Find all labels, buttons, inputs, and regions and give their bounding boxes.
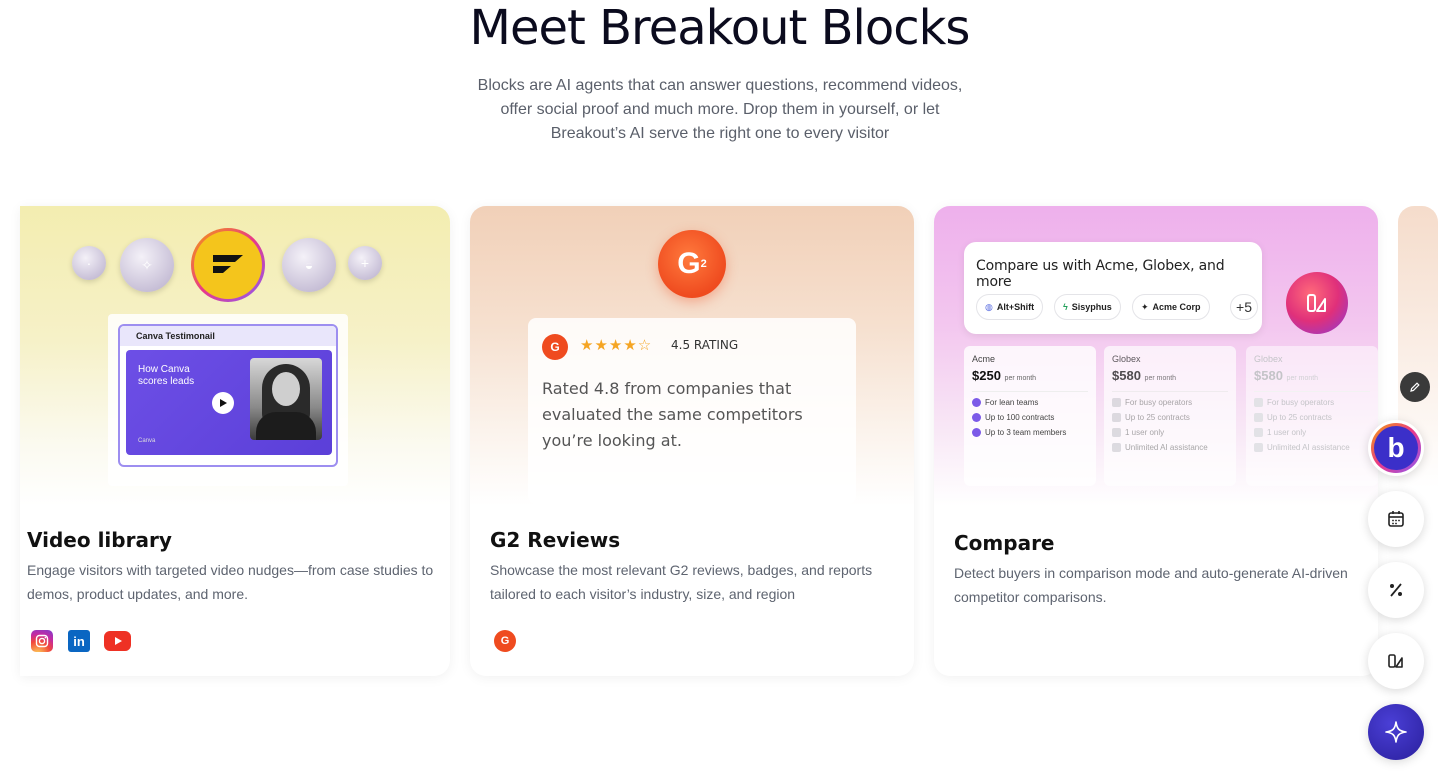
card-preview: Compare us with Acme, Globex, and more ◍…: [934, 206, 1378, 506]
breakout-logo-icon[interactable]: b: [1368, 420, 1424, 476]
card-preview: G2 G ★★★★☆ 4.5 RATING Rated 4.8 from com…: [470, 206, 914, 506]
video-title: Canva Testimonail: [120, 326, 336, 346]
competitor-chip[interactable]: ✦ Acme Corp: [1132, 294, 1210, 320]
globe-orb: ◒: [282, 238, 336, 292]
review-card: G ★★★★☆ 4.5 RATING Rated 4.8 from compan…: [528, 318, 856, 504]
compare-icon[interactable]: [1368, 633, 1424, 689]
check-icon: [1112, 443, 1121, 452]
sparkle-orb: ✧: [120, 238, 174, 292]
check-icon: [1254, 428, 1263, 437]
check-icon: [1254, 398, 1263, 407]
card-description: Engage visitors with targeted video nudg…: [27, 562, 434, 602]
check-icon: [972, 428, 981, 437]
pencil-icon[interactable]: [1400, 372, 1430, 402]
competitor-chip[interactable]: ϟ Sisyphus: [1054, 294, 1121, 320]
rating-label: 4.5 RATING: [671, 338, 739, 352]
testimonial-portrait: [250, 358, 322, 440]
percent-icon[interactable]: [1368, 562, 1424, 618]
star-rating-icon: ★★★★☆: [580, 337, 653, 354]
linkedin-icon[interactable]: in: [68, 630, 90, 652]
g2-icon: G: [542, 334, 568, 360]
video-thumbnail[interactable]: How Canva scores leads Canva: [126, 350, 332, 455]
check-icon: [1254, 443, 1263, 452]
plan-card-globex-faded: Globex $580 per month For busy operators…: [1246, 346, 1378, 486]
video-preview-panel: Canva Testimonail How Canva scores leads…: [108, 314, 348, 486]
plan-card-acme: Acme $250 per month For lean teams Up to…: [964, 346, 1096, 486]
globe-icon: ◍: [985, 301, 993, 312]
more-chip[interactable]: +5: [1230, 294, 1258, 320]
card-description: Showcase the most relevant G2 reviews, b…: [490, 562, 873, 602]
check-icon: [1112, 413, 1121, 422]
g2-logo-icon: G2: [658, 230, 726, 298]
featured-brand-orb: [191, 228, 265, 302]
sparkle-icon[interactable]: [1368, 704, 1424, 760]
block-card-g2-reviews[interactable]: G2 G ★★★★☆ 4.5 RATING Rated 4.8 from com…: [470, 206, 914, 676]
card-title: Video library: [27, 528, 172, 552]
bolt-icon: ϟ: [1063, 302, 1068, 312]
video-card[interactable]: Canva Testimonail How Canva scores leads…: [118, 324, 338, 467]
check-icon: [1112, 428, 1121, 437]
calendar-icon[interactable]: [1368, 491, 1424, 547]
video-brand: Canva: [138, 438, 156, 444]
card-preview: · ✧ ◒ + Canva Testimonail How Canva scor…: [20, 206, 450, 506]
plus-orb: +: [348, 246, 382, 280]
compare-brand-icon: [1286, 272, 1348, 334]
check-icon: [1112, 398, 1121, 407]
plan-card-globex: Globex $580 per month For busy operators…: [1104, 346, 1236, 486]
card-description: Detect buyers in comparison mode and aut…: [954, 565, 1348, 605]
video-caption: How Canva scores leads: [138, 364, 195, 387]
block-card-video-library[interactable]: · ✧ ◒ + Canva Testimonail How Canva scor…: [20, 206, 450, 676]
check-icon: [1254, 413, 1263, 422]
check-icon: [972, 413, 981, 422]
page-subtitle: Blocks are AI agents that can answer que…: [477, 77, 963, 142]
avatar-orb: ·: [72, 246, 106, 280]
card-title: Compare: [954, 531, 1055, 555]
review-quote: Rated 4.8 from companies that evaluated …: [542, 379, 803, 450]
play-icon[interactable]: [212, 392, 234, 414]
sparkle-icon: ✦: [1141, 301, 1149, 312]
page-title: Meet Breakout Blocks: [469, 0, 971, 56]
youtube-icon[interactable]: [104, 631, 131, 651]
brand-flag-icon: [213, 255, 243, 273]
compare-prompt: Compare us with Acme, Globex, and more: [976, 258, 1225, 290]
instagram-icon[interactable]: [31, 630, 53, 652]
check-icon: [972, 398, 981, 407]
block-card-compare[interactable]: Compare us with Acme, Globex, and more ◍…: [934, 206, 1378, 676]
competitor-chip[interactable]: ◍ Alt+Shift: [976, 294, 1044, 320]
compare-prompt-card: Compare us with Acme, Globex, and more ◍…: [964, 242, 1262, 334]
card-title: G2 Reviews: [490, 528, 621, 552]
g2-icon[interactable]: G: [494, 630, 516, 652]
